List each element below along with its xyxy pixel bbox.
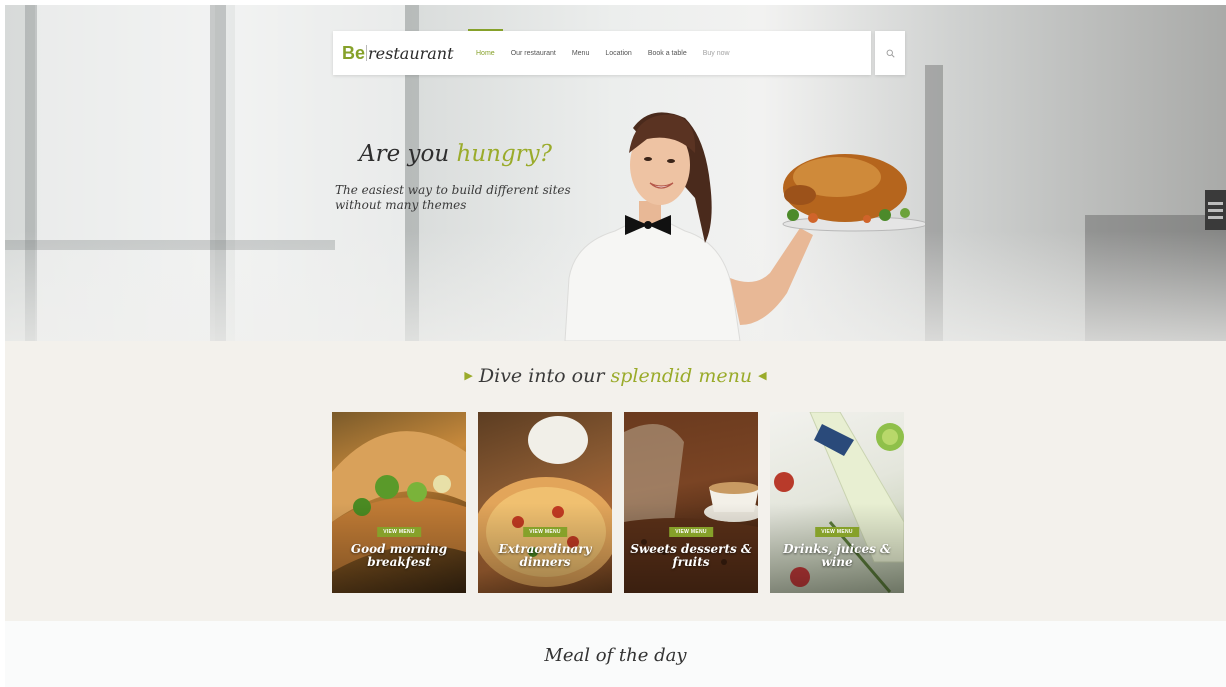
top-navigation: Be restaurant Home Our restaurant Menu L… <box>333 29 871 75</box>
triangle-right-icon: ▶ <box>464 369 473 382</box>
menu-card-drinks[interactable]: VIEW MENU Drinks, juices & wine <box>770 412 904 593</box>
hero-headline-text: Are you <box>359 141 457 167</box>
view-menu-button[interactable]: VIEW MENU <box>669 527 713 537</box>
search-button[interactable] <box>875 31 905 75</box>
menu-card-dinners[interactable]: VIEW MENU Extraordinary dinners <box>478 412 612 593</box>
view-menu-button[interactable]: VIEW MENU <box>377 527 421 537</box>
hamburger-line <box>1208 202 1223 205</box>
hero-headline-accent: hungry? <box>456 141 552 167</box>
menu-section-title: ▶ Dive into our splendid menu ◀ <box>5 365 1226 387</box>
menu-card-breakfast[interactable]: VIEW MENU Good morning breakfest <box>332 412 466 593</box>
hamburger-line <box>1208 216 1223 219</box>
view-menu-button[interactable]: VIEW MENU <box>523 527 567 537</box>
logo-be: Be <box>342 42 366 63</box>
nav-item-menu[interactable]: Menu <box>564 31 598 75</box>
hero-headline: Are you hungry? <box>359 141 552 167</box>
waitress-image <box>564 112 925 341</box>
logo-restaurant: restaurant <box>368 43 454 63</box>
nav-item-our-restaurant[interactable]: Our restaurant <box>503 31 564 75</box>
menu-cards: VIEW MENU Good morning breakfest VIEW ME… <box>332 412 904 593</box>
hero-subline: The easiest way to build different sites… <box>335 183 571 212</box>
search-icon <box>886 49 895 58</box>
nav-item-buy-now[interactable]: Buy now <box>695 31 738 75</box>
card-caption: Good morning breakfest <box>350 542 448 569</box>
card-caption: Extraordinary dinners <box>498 542 592 569</box>
card-caption: Drinks, juices & wine <box>783 542 891 569</box>
main-menu: Home Our restaurant Menu Location Book a… <box>468 29 738 75</box>
menu-card-desserts[interactable]: VIEW MENU Sweets desserts & fruits <box>624 412 758 593</box>
meal-of-the-day-title: Meal of the day <box>544 645 687 666</box>
triangle-left-icon: ◀ <box>758 369 767 382</box>
logo-divider <box>366 45 368 61</box>
page-frame: Are you hungry? The easiest way to build… <box>5 5 1226 687</box>
view-menu-button[interactable]: VIEW MENU <box>815 527 859 537</box>
hamburger-line <box>1208 209 1223 212</box>
side-panel-toggle[interactable] <box>1205 190 1226 230</box>
nav-item-home[interactable]: Home <box>468 29 503 75</box>
menu-title-accent: splendid menu <box>610 365 753 387</box>
card-caption: Sweets desserts & fruits <box>630 542 752 569</box>
nav-item-book-a-table[interactable]: Book a table <box>640 31 695 75</box>
nav-item-location[interactable]: Location <box>597 31 639 75</box>
menu-title-text: Dive into our <box>478 365 611 387</box>
site-logo[interactable]: Be restaurant <box>333 43 468 64</box>
